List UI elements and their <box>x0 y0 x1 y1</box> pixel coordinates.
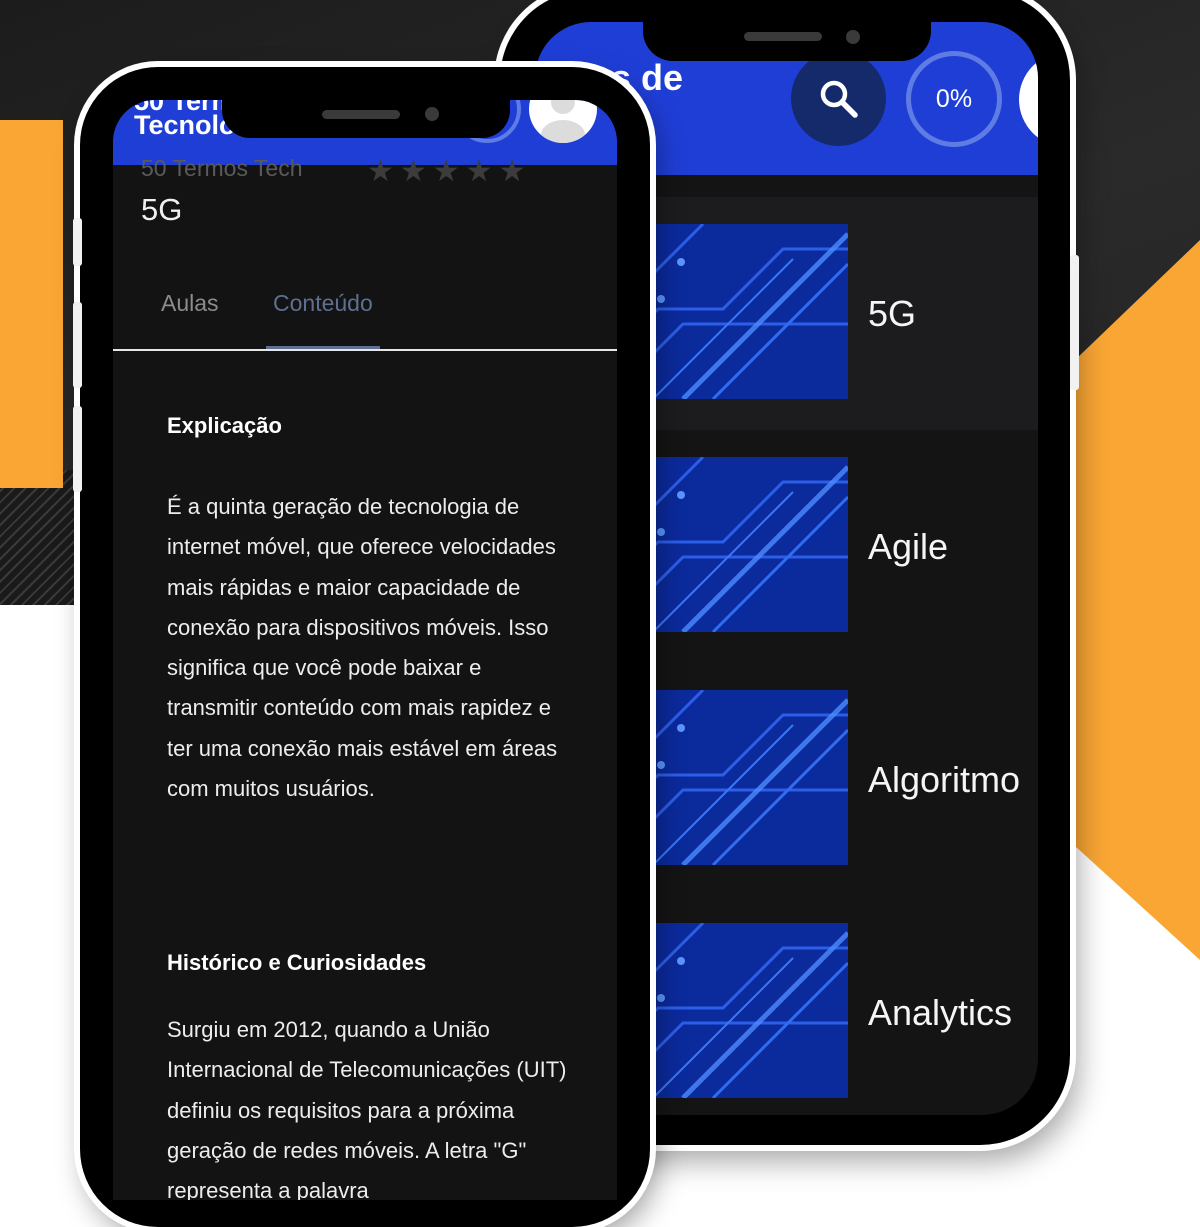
course-name: Analytics <box>868 992 1013 1033</box>
course-author: 50 Termos Tech <box>141 155 303 181</box>
search-icon <box>820 80 858 118</box>
phone-camera <box>425 107 439 121</box>
avatar[interactable] <box>529 100 597 143</box>
phone-volume-down-button <box>73 406 82 492</box>
search-button[interactable] <box>791 51 886 146</box>
phone-notch <box>643 0 931 61</box>
avatar[interactable] <box>1019 52 1038 147</box>
course-name: 5G <box>868 293 917 334</box>
tab-divider <box>113 349 617 351</box>
section-heading-explicacao: Explicação <box>167 413 282 438</box>
section-heading-historico: Histórico e Curiosidades <box>167 950 427 975</box>
phone-volume-up-button <box>73 302 82 388</box>
orange-accent-left <box>0 120 63 488</box>
course-name: Algoritmo <box>868 759 1021 800</box>
progress-label: 0% <box>935 85 973 113</box>
phone-notch <box>222 78 510 138</box>
avatar-icon <box>541 100 585 143</box>
course-title: 5G <box>141 192 183 227</box>
progress-indicator: 0% <box>906 51 1002 147</box>
section-body-explicacao: É a quinta geração de tecnologia de inte… <box>167 494 558 802</box>
course-name: Agile <box>868 526 949 567</box>
phone-speaker <box>744 32 822 41</box>
rating-stars[interactable]: ★★★★★ <box>367 154 531 189</box>
phone-camera <box>846 30 860 44</box>
background-stripes <box>0 470 80 605</box>
header-title-line2: Tecnolo <box>134 110 236 140</box>
phone-side-button <box>1070 255 1079 390</box>
section-body-historico: Surgiu em 2012, quando a União Internaci… <box>167 1017 567 1200</box>
course-detail-screen: 50 Term Tecnolo 50 Termos Tech ★★★★★ 5G … <box>113 100 617 1200</box>
tab-conteudo[interactable]: Conteúdo <box>273 290 373 317</box>
phone-side-button <box>73 218 82 266</box>
tab-aulas[interactable]: Aulas <box>161 290 219 317</box>
phone-speaker <box>322 110 400 119</box>
